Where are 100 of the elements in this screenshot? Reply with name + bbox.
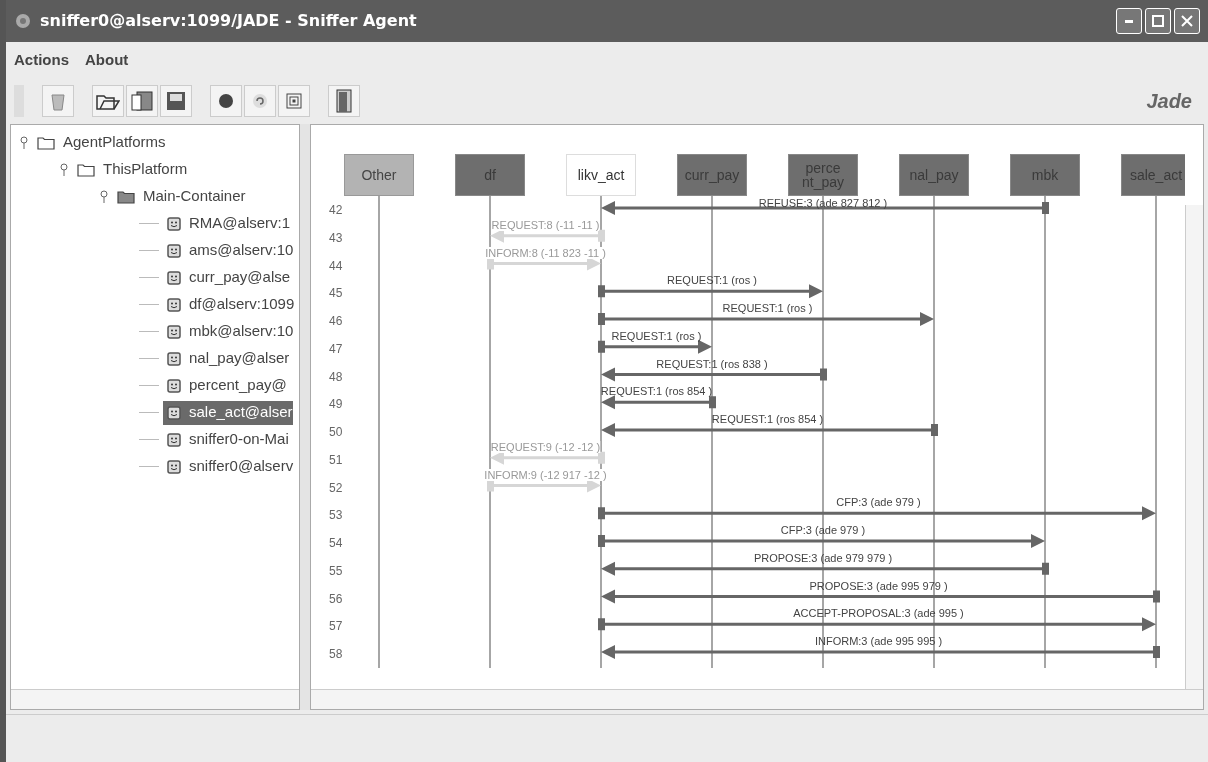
message-label: INFORM:3 (ade 995 995 ) (814, 635, 943, 647)
tree-item[interactable]: sniffer0@alserv (163, 454, 294, 479)
agent-box[interactable]: Other (344, 154, 414, 196)
tree-item[interactable]: sale_act@alser (163, 400, 293, 425)
tree-item[interactable]: Main-Container (113, 184, 246, 209)
spiral-icon (252, 93, 268, 109)
tree-item[interactable]: ams@alserv:10 (163, 238, 294, 263)
save-button[interactable] (160, 85, 192, 117)
tree-toggle-icon[interactable] (19, 135, 29, 150)
message-label: REQUEST:1 (ros 854 ) (600, 385, 713, 398)
horizontal-scrollbar[interactable] (11, 689, 299, 709)
menu-item[interactable]: Actions (14, 48, 69, 72)
open-button[interactable] (92, 85, 124, 117)
tree-label: sale_act@alser (189, 402, 293, 423)
row-number: 56 (329, 590, 343, 608)
record-button[interactable] (210, 85, 242, 117)
tree-item[interactable]: df@alserv:1099 (163, 292, 295, 317)
tree-label: sniffer0@alserv (189, 456, 294, 477)
door-icon (335, 89, 353, 113)
message-label: REQUEST:8 (-11 -11 ) (491, 218, 600, 231)
exit-button[interactable] (328, 85, 360, 117)
tree-toggle-icon[interactable] (99, 189, 109, 204)
folder-icon (117, 189, 135, 204)
row-number: 43 (329, 229, 343, 247)
tree-toggle-icon[interactable] (59, 162, 69, 177)
smiley-icon (167, 216, 181, 231)
smiley-icon (167, 351, 181, 366)
tree-item[interactable]: RMA@alserv:1 (163, 211, 291, 236)
tree-item[interactable]: nal_pay@alser (163, 346, 290, 371)
tree-label: curr_pay@alse (189, 267, 291, 288)
maximize-button[interactable] (1145, 8, 1171, 34)
tree-item[interactable]: AgentPlatforms (33, 130, 166, 155)
message-label: REQUEST:1 (ros ) (611, 329, 702, 342)
tree-label: ams@alserv:10 (189, 240, 294, 261)
tree-item[interactable]: sniffer0-on-Mai (163, 427, 289, 452)
message-label: REQUEST:1 (ros ) (722, 302, 813, 314)
close-icon (1181, 15, 1193, 27)
delete-button[interactable] (42, 85, 74, 117)
message-label: REQUEST:1 (ros 838 ) (656, 357, 768, 370)
app-icon (14, 12, 32, 30)
concentric-square-icon (286, 93, 302, 109)
row-number: 48 (329, 368, 343, 386)
folder-icon (77, 162, 95, 177)
agent-box[interactable]: likv_act (566, 154, 636, 196)
document-disk-icon (131, 90, 153, 112)
tree-label: nal_pay@alser (189, 348, 290, 369)
horizontal-scrollbar[interactable] (311, 689, 1203, 709)
tree-label: mbk@alserv:10 (189, 321, 294, 342)
row-number: 49 (329, 396, 343, 414)
tree-label: df@alserv:1099 (189, 294, 295, 315)
message-label: PROPOSE:3 (ade 979 979 ) (753, 551, 893, 564)
row-number: 50 (329, 424, 343, 441)
smiley-icon (167, 459, 181, 474)
vertical-scrollbar[interactable] (1185, 205, 1203, 689)
tree-item[interactable]: percent_pay@ (163, 373, 287, 398)
smiley-icon (167, 432, 181, 447)
row-number: 45 (329, 285, 343, 303)
message-label: REQUEST:9 (-12 -12 ) (490, 440, 601, 453)
maximize-icon (1152, 15, 1164, 27)
menu-item[interactable]: About (85, 48, 129, 72)
smiley-icon (167, 405, 181, 420)
row-number: 46 (329, 313, 343, 330)
row-number: 58 (329, 646, 343, 663)
row-number: 52 (329, 479, 343, 497)
tree-item[interactable]: ThisPlatform (73, 157, 188, 182)
tree-item[interactable]: mbk@alserv:10 (163, 319, 294, 344)
row-number: 44 (329, 257, 343, 275)
message-label: PROPOSE:3 (ade 995 979 ) (809, 579, 948, 592)
square-button[interactable] (278, 85, 310, 117)
row-number: 55 (329, 562, 343, 580)
tree-label: ThisPlatform (103, 159, 188, 180)
row-number: 51 (329, 451, 343, 469)
smiley-icon (167, 243, 181, 258)
message-label: INFORM:8 (-11 823 -11 ) (485, 246, 606, 259)
tree-label: RMA@alserv:1 (189, 213, 291, 234)
message-label: CFP:3 (ade 979 ) (780, 524, 866, 536)
minimize-button[interactable] (1116, 8, 1142, 34)
window-title: sniffer0@alserv:1099/JADE - Sniffer Agent (40, 10, 417, 32)
tree-item[interactable]: curr_pay@alse (163, 265, 291, 290)
message-label: REFUSE:3 (ade 827 812 ) (758, 197, 888, 209)
message-label: INFORM:9 (-12 917 -12 ) (484, 468, 607, 481)
smiley-icon (167, 297, 181, 312)
circle-icon (218, 93, 234, 109)
tree-label: sniffer0-on-Mai (189, 429, 289, 450)
tree-label: percent_pay@ (189, 375, 287, 396)
logo: Jade (1146, 89, 1192, 114)
trash-icon (49, 91, 67, 111)
row-number: 57 (329, 618, 343, 636)
message-label: REQUEST:1 (ros 854 ) (711, 413, 824, 425)
row-number: 54 (329, 535, 343, 552)
message-label: REQUEST:1 (ros ) (667, 274, 757, 287)
tree-label: Main-Container (143, 186, 246, 207)
row-number: 53 (329, 507, 343, 525)
folder-icon (37, 135, 55, 150)
save-text-button[interactable] (126, 85, 158, 117)
smiley-icon (167, 378, 181, 393)
close-button[interactable] (1174, 8, 1200, 34)
smiley-icon (167, 324, 181, 339)
minimize-icon (1125, 19, 1133, 23)
message-label: ACCEPT-PROPOSAL:3 (ade 995 ) (793, 607, 964, 620)
